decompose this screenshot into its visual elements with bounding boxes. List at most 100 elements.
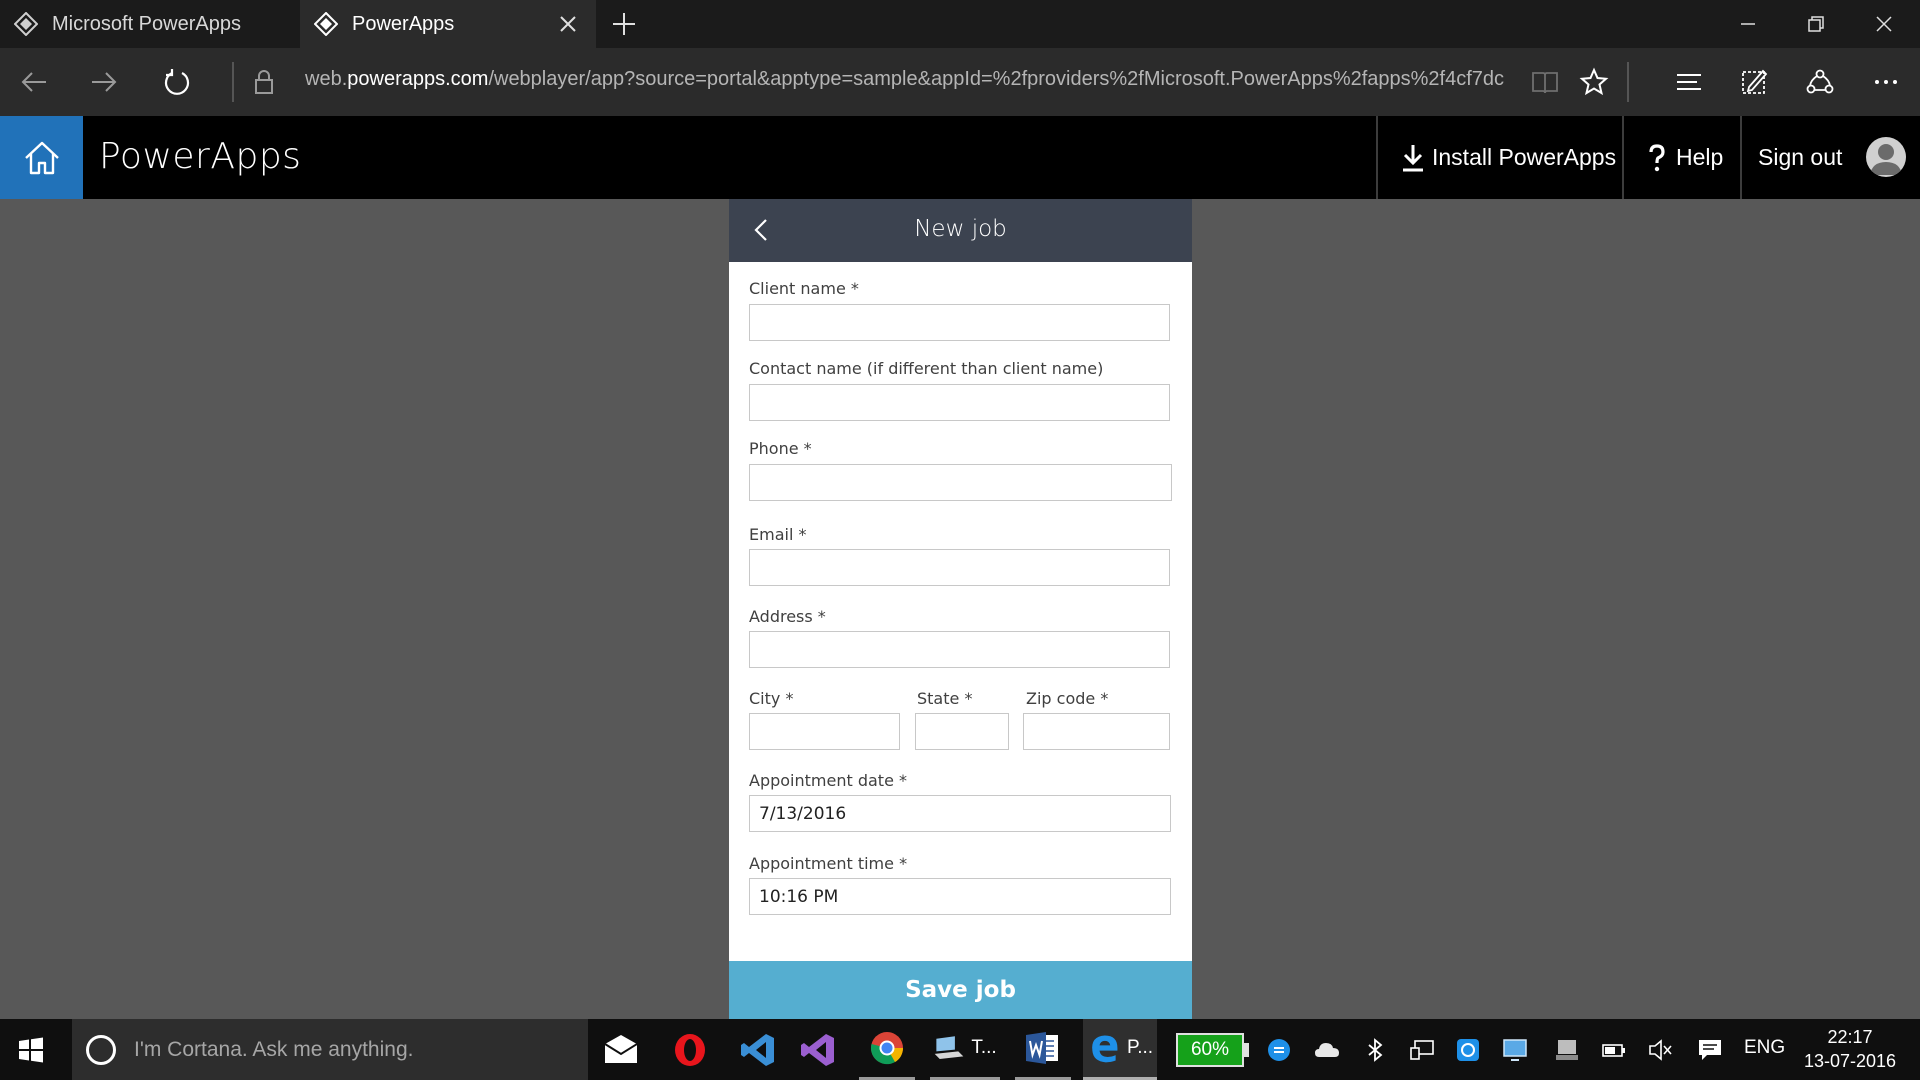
arrow-right-icon bbox=[92, 72, 117, 92]
phone-label: Phone * bbox=[749, 439, 812, 458]
forward-button[interactable] bbox=[82, 60, 126, 104]
word-icon bbox=[1026, 1032, 1058, 1064]
city-label: City * bbox=[749, 689, 794, 708]
book-icon bbox=[1532, 72, 1558, 94]
taskbar-app-computer[interactable]: T... bbox=[930, 1019, 1000, 1080]
taskbar-app-mail[interactable] bbox=[593, 1019, 649, 1080]
taskbar: I'm Cortana. Ask me anything. T... P... … bbox=[0, 1019, 1920, 1080]
close-window-button[interactable] bbox=[1850, 0, 1918, 48]
tray-display[interactable] bbox=[1500, 1019, 1530, 1080]
volume-muted-icon bbox=[1649, 1038, 1672, 1061]
zip-code-field[interactable] bbox=[1023, 713, 1170, 750]
tab-microsoft-powerapps[interactable]: Microsoft PowerApps bbox=[0, 0, 298, 48]
tray-action-center[interactable] bbox=[1695, 1019, 1725, 1080]
zip-code-label: Zip code * bbox=[1026, 689, 1109, 708]
form-title: New job bbox=[914, 216, 1007, 242]
powerapps-favicon-icon bbox=[14, 12, 38, 36]
taskbar-app-opera[interactable] bbox=[662, 1019, 718, 1080]
taskbar-app-chrome[interactable] bbox=[859, 1019, 915, 1080]
client-name-field[interactable] bbox=[749, 304, 1170, 341]
appointment-time-field[interactable]: 10:16 PM bbox=[749, 878, 1171, 915]
taskbar-app-label: P... bbox=[1126, 1037, 1154, 1058]
install-powerapps-button[interactable]: Install PowerApps bbox=[1400, 116, 1616, 199]
cortana-search-box[interactable]: I'm Cortana. Ask me anything. bbox=[72, 1019, 588, 1080]
close-tab-icon[interactable] bbox=[556, 12, 580, 36]
clock[interactable]: 22:17 13-07-2016 bbox=[1800, 1025, 1900, 1073]
contact-name-field[interactable] bbox=[749, 384, 1170, 421]
url-field[interactable]: web.powerapps.com/webplayer/app?source=p… bbox=[305, 68, 1505, 91]
tray-power[interactable] bbox=[1599, 1019, 1629, 1080]
language-indicator[interactable]: ENG bbox=[1744, 1037, 1785, 1059]
tray-device[interactable] bbox=[1552, 1019, 1582, 1080]
tray-sync[interactable] bbox=[1453, 1019, 1483, 1080]
question-mark-icon bbox=[1649, 143, 1665, 171]
tray-volume[interactable] bbox=[1646, 1019, 1676, 1080]
tray-app-1[interactable] bbox=[1264, 1019, 1294, 1080]
windows-start-icon[interactable] bbox=[18, 1037, 44, 1063]
new-tab-icon[interactable] bbox=[610, 10, 638, 38]
cortana-icon bbox=[86, 1034, 116, 1065]
city-field[interactable] bbox=[749, 713, 900, 750]
sync-icon bbox=[1457, 1038, 1479, 1061]
taskbar-app-edge[interactable]: P... bbox=[1083, 1019, 1157, 1080]
star-icon bbox=[1579, 67, 1609, 96]
back-button[interactable] bbox=[12, 60, 56, 104]
tray-network[interactable] bbox=[1407, 1019, 1437, 1080]
email-label: Email * bbox=[749, 525, 807, 544]
reading-view-button[interactable] bbox=[1523, 60, 1567, 104]
home-button[interactable] bbox=[0, 116, 83, 199]
state-field[interactable] bbox=[915, 713, 1009, 750]
tray-onedrive[interactable] bbox=[1312, 1019, 1342, 1080]
battery-meter-badge[interactable]: 60% bbox=[1176, 1033, 1244, 1067]
address-field[interactable] bbox=[749, 631, 1170, 668]
phone-field[interactable] bbox=[749, 464, 1172, 501]
install-label: Install PowerApps bbox=[1432, 144, 1617, 170]
bluetooth-icon bbox=[1368, 1037, 1383, 1062]
address-label: Address * bbox=[749, 607, 826, 626]
minimize-button[interactable] bbox=[1714, 0, 1782, 48]
refresh-button[interactable] bbox=[155, 60, 199, 104]
close-icon bbox=[1876, 16, 1892, 32]
web-note-button[interactable] bbox=[1732, 60, 1776, 104]
opera-icon bbox=[675, 1033, 705, 1066]
minimize-icon bbox=[1741, 23, 1755, 25]
restore-button[interactable] bbox=[1782, 0, 1850, 48]
mail-icon bbox=[604, 1034, 638, 1063]
share-icon bbox=[1806, 69, 1834, 94]
help-button[interactable]: Help bbox=[1644, 116, 1723, 199]
url-prefix: web. bbox=[305, 68, 348, 90]
favorite-button[interactable] bbox=[1572, 60, 1616, 104]
arrow-left-icon bbox=[21, 72, 46, 92]
device-icon bbox=[1556, 1039, 1578, 1060]
email-field[interactable] bbox=[749, 549, 1170, 586]
divider bbox=[1740, 116, 1742, 199]
tab-powerapps[interactable]: PowerApps bbox=[300, 0, 596, 48]
shield-app-icon bbox=[1268, 1038, 1290, 1061]
appointment-date-field[interactable]: 7/13/2016 bbox=[749, 795, 1171, 832]
url-path: /webplayer/app?source=portal&apptype=sam… bbox=[488, 68, 1505, 90]
vscode-icon bbox=[741, 1033, 774, 1066]
appointment-date-label: Appointment date * bbox=[749, 771, 907, 790]
clock-time: 22:17 bbox=[1827, 1027, 1873, 1047]
tray-bluetooth[interactable] bbox=[1360, 1019, 1390, 1080]
more-dots-icon bbox=[1875, 80, 1897, 84]
save-job-button[interactable]: Save job bbox=[729, 961, 1192, 1019]
help-label: Help bbox=[1676, 144, 1724, 170]
hub-button[interactable] bbox=[1667, 60, 1711, 104]
avatar[interactable] bbox=[1866, 137, 1906, 177]
more-button[interactable] bbox=[1864, 60, 1908, 104]
new-job-form: New job Client name * Contact name (if d… bbox=[729, 199, 1192, 1019]
taskbar-app-word[interactable] bbox=[1015, 1019, 1071, 1080]
taskbar-app-visual-studio[interactable] bbox=[790, 1019, 846, 1080]
sign-out-button[interactable]: Sign out bbox=[1758, 116, 1842, 199]
web-note-icon bbox=[1742, 69, 1768, 94]
battery-icon bbox=[1602, 1043, 1625, 1057]
download-icon bbox=[1403, 144, 1423, 171]
taskbar-app-vscode[interactable] bbox=[730, 1019, 786, 1080]
sign-out-label: Sign out bbox=[1758, 144, 1843, 170]
user-icon bbox=[1870, 144, 1902, 175]
share-button[interactable] bbox=[1798, 60, 1842, 104]
divider bbox=[1622, 116, 1624, 199]
cloud-icon bbox=[1315, 1042, 1339, 1057]
lock-button[interactable] bbox=[242, 60, 286, 104]
